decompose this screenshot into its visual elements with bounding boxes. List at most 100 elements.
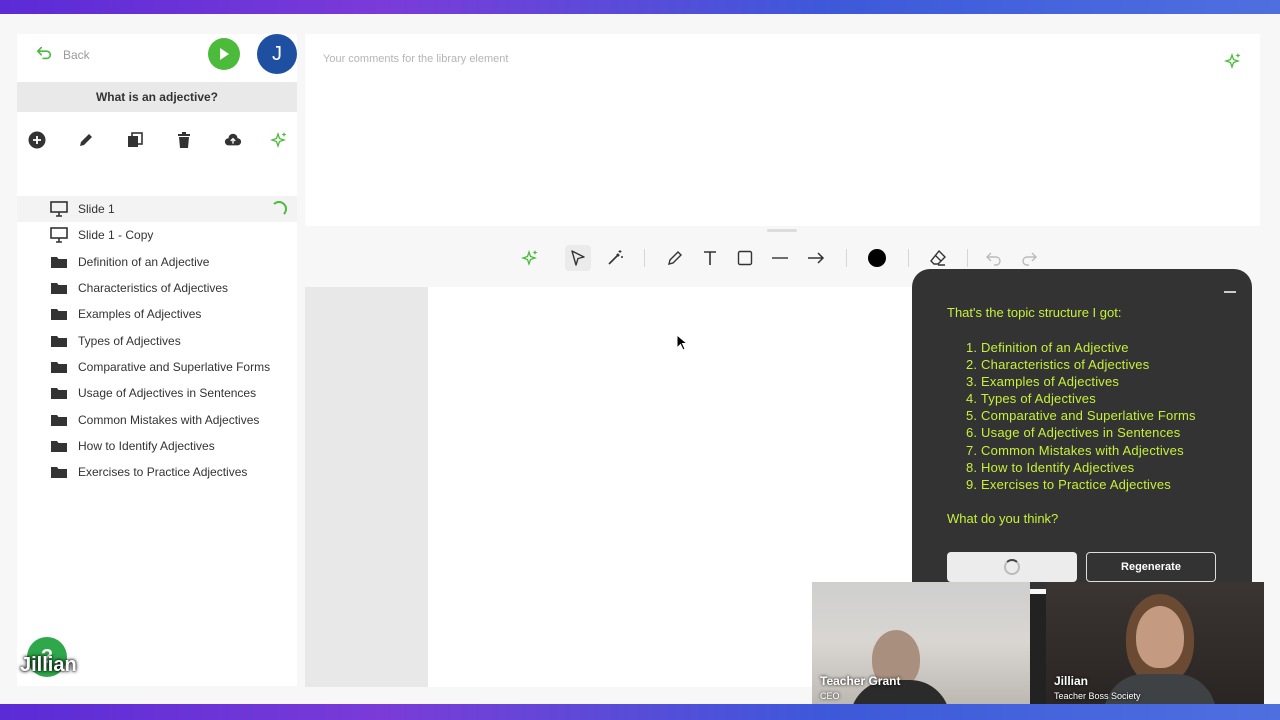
ai-topic-item: 5. Comparative and Superlative Forms — [966, 408, 1196, 424]
trash-icon — [178, 132, 190, 148]
toolbar-divider — [908, 249, 909, 267]
undo-icon — [986, 252, 1001, 266]
folder-icon — [51, 335, 67, 347]
color-picker[interactable] — [864, 245, 890, 271]
loading-spinner-icon — [1004, 559, 1020, 575]
back-label: Back — [63, 47, 90, 62]
folder-icon — [51, 388, 67, 400]
line-tool[interactable] — [767, 245, 793, 271]
ai-assistant-panel: That's the topic structure I got: 1. Def… — [912, 269, 1252, 589]
ai-draw-button[interactable] — [517, 245, 543, 271]
loading-spinner-icon — [271, 201, 287, 217]
back-button[interactable]: Back — [35, 44, 90, 65]
participant-role: Teacher Boss Society — [1054, 691, 1141, 701]
resize-handle[interactable] — [767, 229, 797, 232]
undo-button[interactable] — [981, 245, 1007, 271]
folder-item[interactable]: Characteristics of Adjectives — [17, 275, 297, 301]
text-tool[interactable] — [697, 245, 723, 271]
text-icon — [704, 251, 716, 265]
participant-role: CEO — [820, 691, 840, 701]
sparkle-icon — [521, 249, 538, 267]
arrow-tool[interactable] — [803, 245, 829, 271]
ai-comments-button[interactable] — [1223, 52, 1242, 75]
folder-item-label: Exercises to Practice Adjectives — [78, 465, 248, 480]
slide-item[interactable]: Slide 1 - Copy — [17, 222, 297, 248]
select-tool[interactable] — [565, 245, 591, 271]
pencil-icon — [668, 251, 682, 265]
cloud-upload-icon — [224, 133, 242, 146]
folder-item[interactable]: Comparative and Superlative Forms — [17, 354, 297, 380]
pencil-icon — [80, 134, 92, 146]
back-arrow-icon — [35, 44, 53, 65]
play-button[interactable] — [208, 38, 240, 70]
ai-topic-item: 2. Characteristics of Adjectives — [966, 357, 1150, 373]
toolbar-divider — [967, 249, 968, 267]
ai-topic-item: 4. Types of Adjectives — [966, 391, 1096, 407]
ai-topic-item: 9. Exercises to Practice Adjectives — [966, 476, 1171, 492]
toolbar-divider — [644, 249, 645, 267]
presentation-icon — [50, 201, 68, 217]
eraser-tool[interactable] — [925, 245, 951, 271]
folder-item-label: Usage of Adjectives in Sentences — [78, 386, 257, 401]
magic-wand-tool[interactable] — [602, 245, 628, 271]
ai-topic-item: 6. Usage of Adjectives in Sentences — [966, 425, 1181, 441]
upload-button[interactable] — [219, 126, 247, 154]
ai-topic-item: 3. Examples of Adjectives — [966, 374, 1120, 390]
avatar[interactable]: J — [257, 34, 297, 74]
toolbar-divider — [846, 249, 847, 267]
app-window: Back J What is an adjective? Slide 1 Sli… — [0, 14, 1280, 704]
redo-button[interactable] — [1016, 245, 1042, 271]
lesson-title: What is an adjective? — [17, 82, 297, 112]
folder-item[interactable]: Usage of Adjectives in Sentences — [17, 380, 297, 406]
folder-item-label: Comparative and Superlative Forms — [78, 359, 271, 374]
folder-item-label: Types of Adjectives — [78, 333, 181, 348]
video-tile-teacher-grant: Teacher Grant CEO — [812, 582, 1030, 704]
folder-item-label: Characteristics of Adjectives — [78, 281, 229, 296]
folder-icon — [51, 256, 67, 268]
folder-item[interactable]: Common Mistakes with Adjectives — [17, 406, 297, 432]
mouse-cursor-icon — [676, 334, 688, 351]
play-icon — [220, 48, 229, 60]
sidebar: Back J What is an adjective? Slide 1 Sli… — [17, 34, 297, 686]
add-button[interactable] — [23, 126, 51, 154]
folder-item[interactable]: How to Identify Adjectives — [17, 433, 297, 459]
slide-item[interactable]: Slide 1 — [17, 196, 297, 223]
rectangle-icon — [737, 250, 753, 266]
folder-item[interactable]: Examples of Adjectives — [17, 301, 297, 327]
sparkle-icon — [270, 131, 287, 149]
delete-button[interactable] — [170, 126, 198, 154]
video-separator — [1030, 594, 1046, 704]
arrow-right-icon — [808, 252, 825, 264]
duplicate-button[interactable] — [121, 126, 149, 154]
sparkle-icon — [1223, 52, 1241, 70]
folder-item[interactable]: Definition of an Adjective — [17, 249, 297, 275]
add-icon — [28, 131, 46, 149]
minimize-button[interactable] — [1224, 291, 1236, 293]
pen-tool[interactable] — [662, 245, 688, 271]
ai-topic-item: 7. Common Mistakes with Adjectives — [966, 442, 1184, 458]
folder-item-label: How to Identify Adjectives — [78, 438, 215, 453]
ai-sparkle-button[interactable] — [265, 126, 293, 154]
folder-item-label: Common Mistakes with Adjectives — [78, 412, 260, 427]
folder-item[interactable]: Exercises to Practice Adjectives — [17, 459, 297, 485]
folder-icon — [51, 440, 67, 452]
participant-name: Teacher Grant — [820, 674, 901, 688]
regenerate-button[interactable]: Regenerate — [1086, 552, 1216, 582]
redo-icon — [1022, 252, 1037, 266]
sidebar-header: Back J — [17, 34, 297, 74]
folder-item[interactable]: Types of Adjectives — [17, 327, 297, 353]
folder-icon — [51, 283, 67, 295]
slide-item-label: Slide 1 — [78, 202, 115, 217]
edit-button[interactable] — [72, 126, 100, 154]
rectangle-tool[interactable] — [732, 245, 758, 271]
ai-intro-text: That's the topic structure I got: — [947, 305, 1122, 320]
folder-icon — [51, 361, 67, 373]
folder-icon — [51, 414, 67, 426]
accept-button[interactable] — [947, 552, 1077, 582]
participant-name: Jillian — [1054, 674, 1089, 688]
ai-topic-item: 1. Definition of an Adjective — [966, 340, 1129, 355]
folder-icon — [51, 467, 67, 479]
comments-placeholder: Your comments for the library element — [323, 53, 509, 65]
comments-input[interactable]: Your comments for the library element — [305, 34, 1260, 226]
slide-list: Slide 1 Slide 1 - Copy Definition of an … — [17, 196, 297, 485]
